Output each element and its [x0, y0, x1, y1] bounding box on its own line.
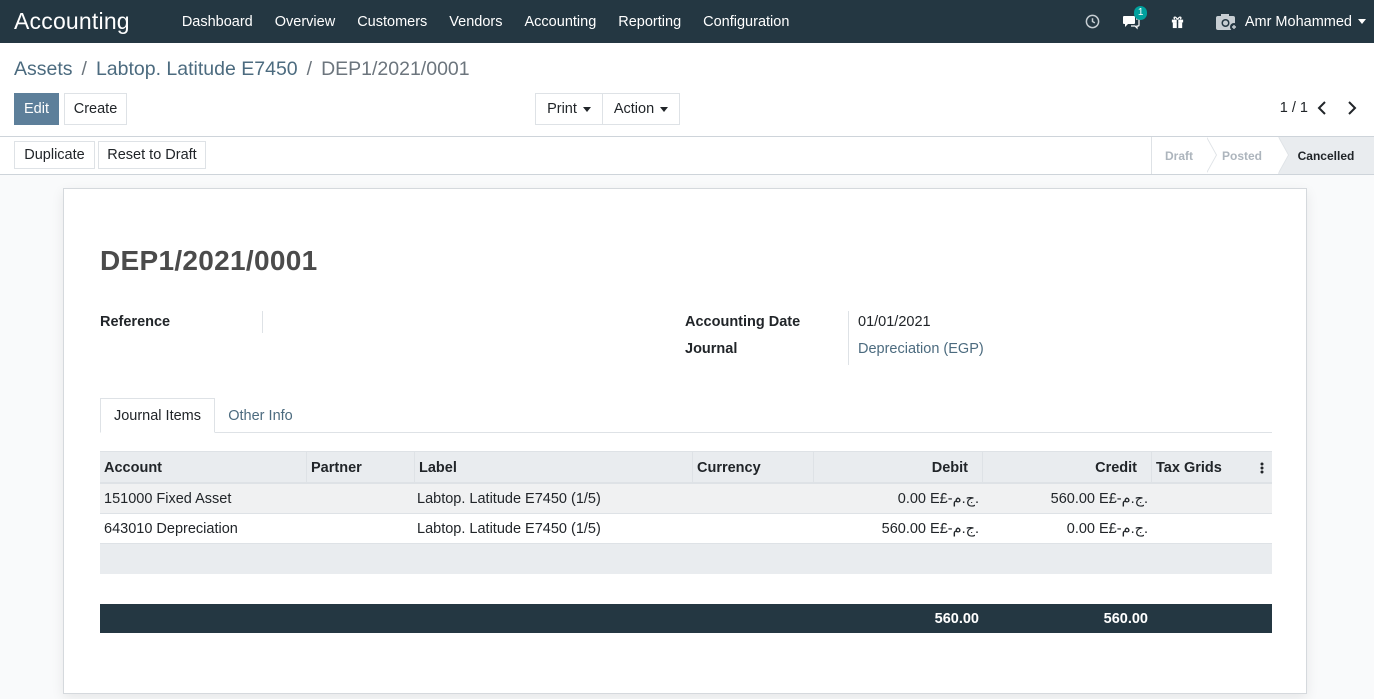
column-label[interactable]: Label	[415, 452, 693, 483]
chevron-down-icon	[1358, 19, 1366, 24]
stage-posted-label: Posted	[1221, 148, 1262, 163]
field-divider	[262, 311, 263, 333]
print-label: Print	[547, 101, 577, 117]
pager-next-button[interactable]	[1341, 97, 1363, 119]
total-debit: 560.00	[934, 610, 979, 627]
cell-currency	[693, 514, 814, 543]
pager-value[interactable]: 1 / 1	[1280, 100, 1308, 116]
pager-previous-button[interactable]	[1311, 97, 1333, 119]
breadcrumb-asset[interactable]: Labtop. Latitude E7450	[96, 58, 298, 81]
status-bar: Duplicate Reset to Draft Draft Posted Ca…	[0, 137, 1374, 175]
reference-field	[272, 314, 572, 332]
breadcrumb-separator: /	[81, 58, 87, 80]
column-tax-grids[interactable]: Tax Grids	[1152, 452, 1252, 483]
table-row[interactable]: 151000 Fixed Asset Labtop. Latitude E745…	[100, 484, 1272, 514]
page-title: DEP1/2021/0001	[100, 245, 318, 276]
menu-dashboard[interactable]: Dashboard	[182, 14, 253, 30]
optional-columns-toggle[interactable]	[1252, 452, 1272, 483]
top-navbar: Accounting Dashboard Overview Customers …	[0, 0, 1374, 43]
messages-badge: 1	[1133, 5, 1148, 20]
kebab-icon	[1260, 462, 1264, 473]
stage-draft-label: Draft	[1164, 148, 1193, 163]
breadcrumb-assets[interactable]: Assets	[14, 58, 73, 81]
messages-icon[interactable]: 1	[1122, 5, 1148, 30]
accounting-date-field: 01/01/2021	[858, 314, 931, 330]
print-button[interactable]: Print	[535, 93, 603, 125]
total-credit: 560.00	[1103, 610, 1148, 627]
navbar-systray: 1 Amr Mohammed	[1085, 0, 1374, 43]
breadcrumb: Assets / Labtop. Latitude E7450 / DEP1/2…	[14, 58, 470, 81]
column-partner[interactable]: Partner	[307, 452, 415, 483]
field-divider	[848, 311, 849, 365]
cell-label: Labtop. Latitude E7450 (1/5)	[417, 490, 601, 507]
menu-overview[interactable]: Overview	[275, 14, 335, 30]
menu-accounting[interactable]: Accounting	[525, 14, 597, 30]
journal-items-table: Account Partner Label Currency Debit Cre…	[100, 451, 1272, 574]
column-account[interactable]: Account	[100, 452, 307, 483]
chevron-left-icon	[1317, 101, 1326, 115]
menu-reporting[interactable]: Reporting	[618, 14, 681, 30]
chevron-down-icon	[660, 106, 669, 112]
cell-tax-grids	[1152, 484, 1272, 513]
cell-partner	[307, 484, 415, 513]
table-row[interactable]: 643010 Depreciation Labtop. Latitude E74…	[100, 514, 1272, 544]
avatar	[1215, 13, 1238, 31]
menu-configuration[interactable]: Configuration	[703, 14, 789, 30]
action-button[interactable]: Action	[602, 93, 680, 125]
cell-label: Labtop. Latitude E7450 (1/5)	[417, 520, 601, 537]
cell-account: 643010 Depreciation	[104, 520, 238, 537]
cell-account: 151000 Fixed Asset	[104, 490, 232, 507]
column-currency[interactable]: Currency	[693, 452, 814, 483]
cell-credit: 560.00 E£-ج.م.	[1050, 490, 1148, 507]
create-button[interactable]: Create	[64, 93, 127, 125]
cell-currency	[693, 484, 814, 513]
chevron-right-icon	[1348, 101, 1357, 115]
app-brand[interactable]: Accounting	[14, 8, 130, 35]
breadcrumb-separator: /	[306, 58, 313, 80]
stage-cancelled-label: Cancelled	[1297, 148, 1355, 163]
status-stages: Draft Posted Cancelled	[1151, 137, 1374, 174]
journal-field[interactable]: Depreciation (EGP)	[858, 341, 984, 357]
menu-vendors[interactable]: Vendors	[449, 14, 502, 30]
journal-label: Journal	[685, 341, 738, 357]
stage-cancelled[interactable]: Cancelled	[1278, 137, 1374, 174]
tab-other-info[interactable]: Other Info	[215, 398, 306, 433]
table-footer-totals: 560.00 560.00	[100, 604, 1272, 633]
duplicate-button[interactable]: Duplicate	[14, 141, 95, 169]
cell-partner	[307, 514, 415, 543]
menu-customers[interactable]: Customers	[357, 14, 427, 30]
cell-debit: 560.00 E£-ج.م.	[881, 520, 979, 537]
breadcrumb-current: DEP1/2021/0001	[321, 58, 470, 80]
column-credit[interactable]: Credit	[983, 452, 1152, 483]
main-menu: Dashboard Overview Customers Vendors Acc…	[182, 14, 812, 30]
edit-button[interactable]: Edit	[14, 93, 59, 125]
tab-journal-items[interactable]: Journal Items	[100, 398, 215, 433]
empty-row	[100, 544, 1272, 574]
action-label: Action	[613, 101, 655, 117]
reference-label: Reference	[100, 314, 171, 330]
form-sheet: DEP1/2021/0001 Reference Accounting Date…	[63, 188, 1307, 694]
clock-icon[interactable]	[1085, 14, 1100, 29]
create-label: Create	[73, 101, 118, 117]
notebook-tabs: Journal Items Other Info	[100, 398, 1272, 433]
user-name: Amr Mohammed	[1244, 13, 1352, 30]
table-header: Account Partner Label Currency Debit Cre…	[100, 451, 1272, 484]
control-panel: Assets / Labtop. Latitude E7450 / DEP1/2…	[0, 43, 1374, 137]
chevron-down-icon	[582, 106, 591, 112]
gift-icon[interactable]	[1170, 14, 1185, 29]
cell-debit: 0.00 E£-ج.م.	[897, 490, 979, 507]
stage-draft[interactable]: Draft	[1151, 137, 1217, 174]
accounting-date-label: Accounting Date	[685, 314, 801, 330]
reset-to-draft-button[interactable]: Reset to Draft	[98, 141, 206, 169]
user-menu[interactable]: Amr Mohammed	[1215, 12, 1366, 32]
cell-tax-grids	[1152, 514, 1272, 543]
cell-credit: 0.00 E£-ج.م.	[1066, 520, 1148, 537]
column-debit[interactable]: Debit	[814, 452, 983, 483]
